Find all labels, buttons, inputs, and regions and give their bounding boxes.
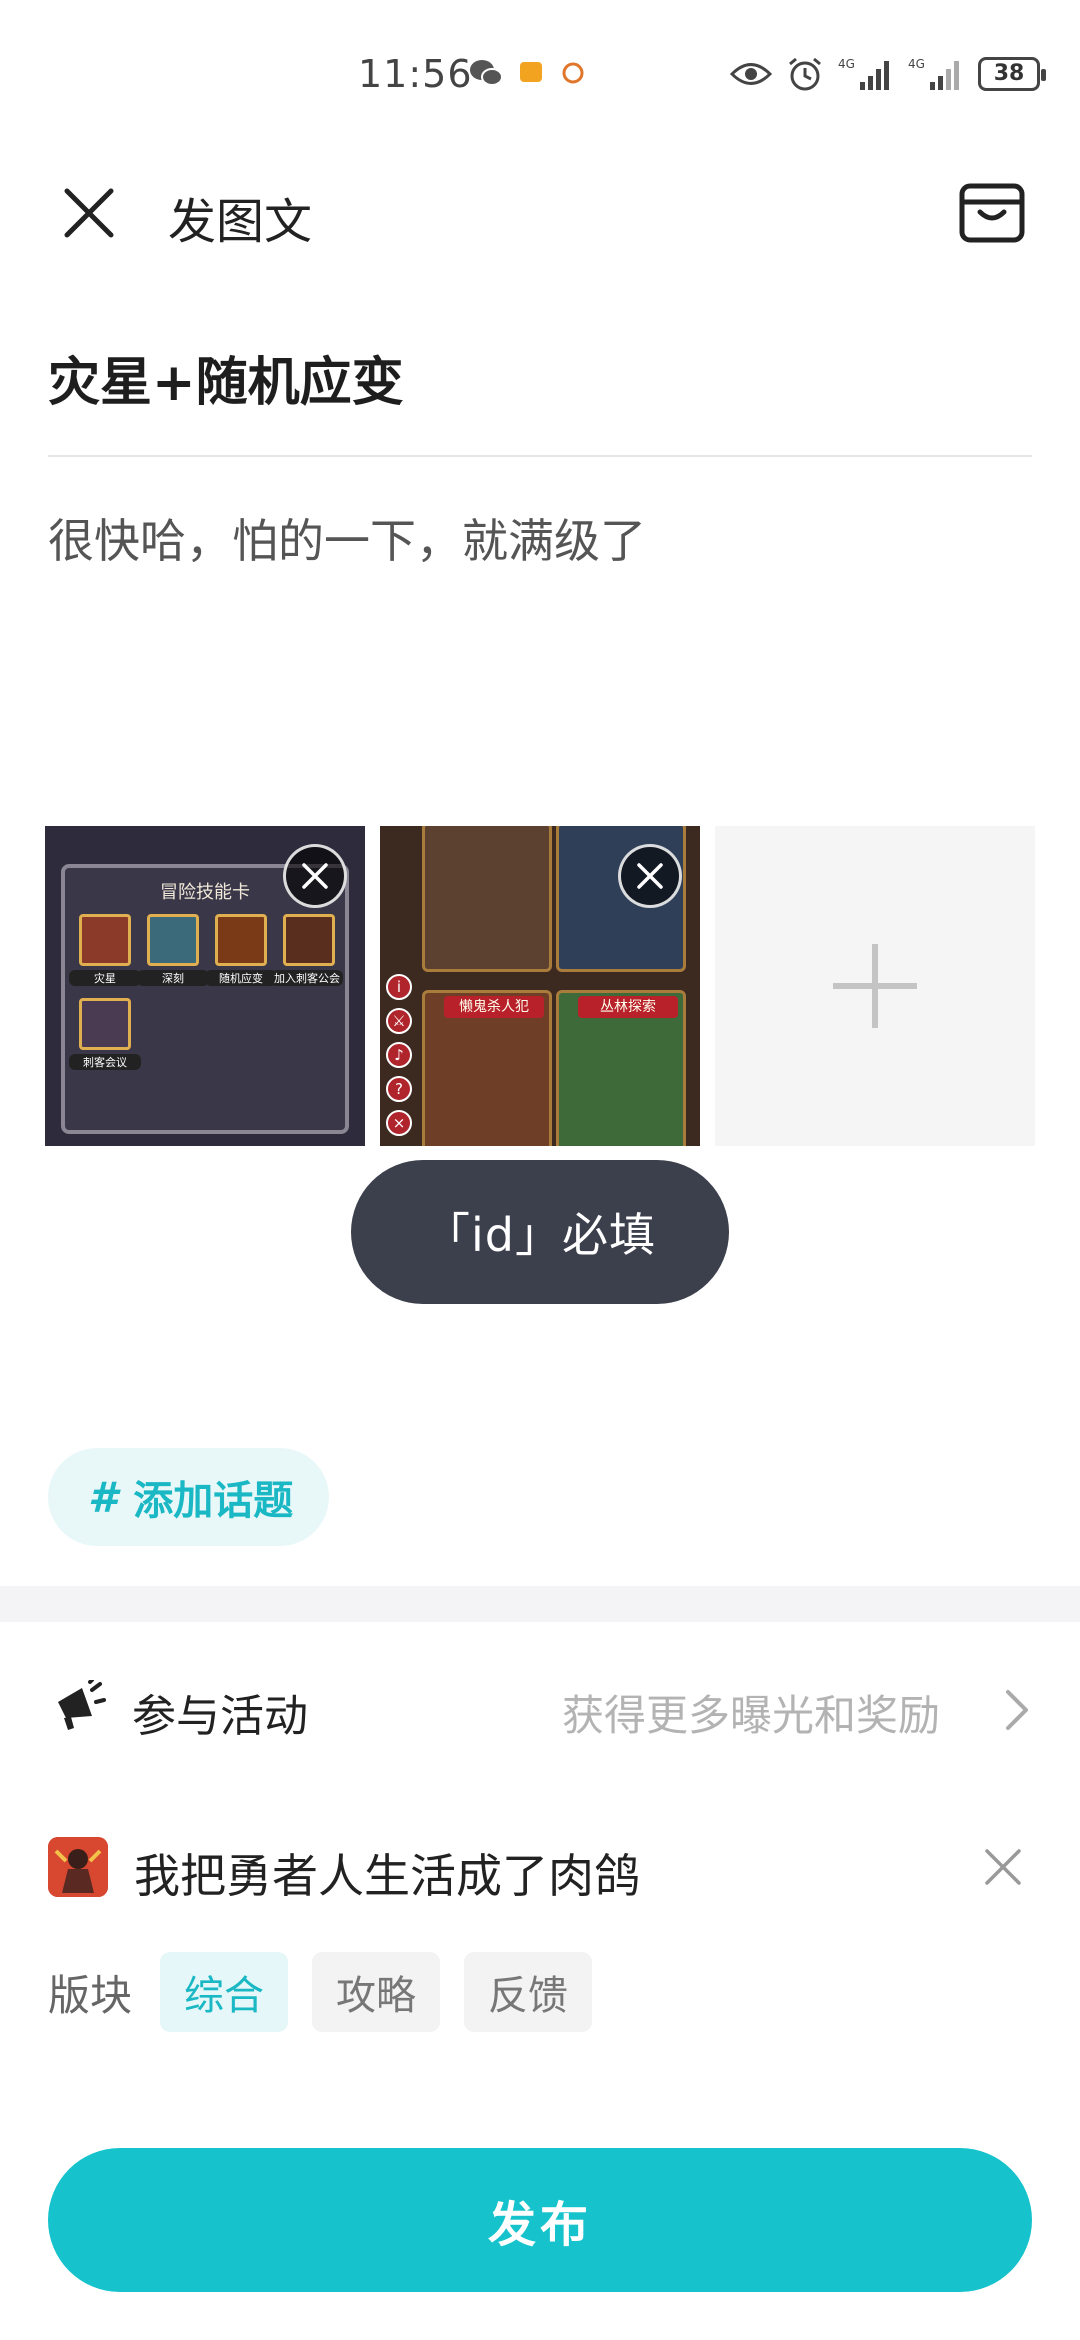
svg-text:4G: 4G [908, 57, 925, 71]
post-title-input[interactable]: 灾星+随机应变 [48, 340, 1032, 415]
toast: 「id」必填 [351, 1160, 729, 1304]
plus-icon [833, 944, 917, 1028]
skill-thumb [215, 914, 267, 966]
status-right: 4G 4G 38 [730, 56, 1046, 92]
close-icon [637, 863, 663, 889]
skill-thumb [79, 998, 131, 1050]
section-divider [0, 1586, 1080, 1622]
event-ribbon: 丛林探索 [578, 996, 678, 1018]
publish-button[interactable]: 发布 [48, 2148, 1032, 2292]
toast-text: 「id」必填 [424, 1208, 656, 1262]
remove-image-button[interactable] [283, 844, 347, 908]
drafts-button[interactable] [956, 176, 1028, 248]
publish-label: 发布 [487, 2197, 592, 2253]
status-time: 11:56 [358, 52, 473, 96]
coin-icon [562, 62, 584, 84]
skill-label: 刺客会议 [69, 1054, 141, 1070]
join-activity-row[interactable]: 参与活动 获得更多曝光和奖励 [0, 1640, 1080, 1770]
remove-game-button[interactable] [976, 1840, 1030, 1894]
event-ribbon: 懒鬼杀人犯 [444, 996, 544, 1018]
skill-thumb [147, 914, 199, 966]
remove-image-button[interactable] [618, 844, 682, 908]
close-icon [302, 863, 328, 889]
page-title: 发图文 [168, 194, 313, 250]
info-icon: i [386, 974, 412, 1000]
section-chip-feedback[interactable]: 反馈 [464, 1952, 593, 2032]
battery-indicator: 38 [978, 57, 1046, 91]
image-row: 冒险技能卡 灾星 深刻 随机应变 加入刺客公会 刺客会议 懒鬼杀人犯 丛林探索 … [45, 826, 1035, 1146]
section-label: 版块 [48, 1970, 133, 2020]
section-chip-guide[interactable]: 攻略 [312, 1952, 441, 2032]
divider [48, 455, 1032, 457]
image-thumbnail-1[interactable]: 冒险技能卡 灾星 深刻 随机应变 加入刺客公会 刺客会议 [45, 826, 365, 1146]
skill-thumb [79, 914, 131, 966]
hashtag-icon: # [88, 1472, 118, 1522]
header: 发图文 [0, 160, 1080, 260]
close-button[interactable] [56, 180, 122, 246]
skill-thumb [283, 914, 335, 966]
status-bar: 11:56 4G 4G 38 [0, 0, 1080, 150]
selected-game-row: 我把勇者人生活成了肉鸽 [0, 1800, 1080, 1930]
help-icon: ? [386, 1076, 412, 1102]
image-thumbnail-2[interactable]: 懒鬼杀人犯 丛林探索 i ⚔ ♪ ? × [380, 826, 700, 1146]
alarm-icon [789, 57, 821, 91]
game-icon [48, 1837, 108, 1897]
close-icon [64, 188, 114, 238]
game-name: 我把勇者人生活成了肉鸽 [134, 1849, 640, 1903]
drafts-box-icon [959, 183, 1025, 243]
section-chip-general[interactable]: 综合 [160, 1952, 289, 2032]
activity-hint: 获得更多曝光和奖励 [561, 1691, 940, 1740]
eye-icon [730, 63, 772, 85]
skill-label: 随机应变 [205, 970, 277, 986]
post-body-input[interactable]: 很快哈，怕的一下，就满级了 [48, 505, 1032, 571]
section-selector: 版块 综合 攻略 反馈 [48, 1952, 593, 2032]
signal-icon-2: 4G [908, 57, 959, 90]
wechat-icon [470, 60, 503, 86]
activity-label: 参与活动 [132, 1691, 308, 1742]
svg-text:4G: 4G [838, 57, 855, 71]
add-topic-button[interactable]: # 添加话题 [48, 1448, 330, 1546]
signal-icon-1: 4G [838, 57, 889, 90]
game-character-icon [48, 1837, 108, 1897]
sound-icon: ♪ [386, 1042, 412, 1068]
skill-label: 深刻 [137, 970, 209, 986]
add-image-button[interactable] [715, 826, 1035, 1146]
chevron-right-icon [1006, 1690, 1028, 1730]
megaphone-icon [58, 1680, 106, 1730]
close-icon [985, 1849, 1021, 1885]
event-card [422, 826, 552, 972]
tool-icon: ⚔ [386, 1008, 412, 1034]
app-notification-icon [520, 62, 542, 82]
close-icon: × [386, 1110, 412, 1136]
skill-label: 灾星 [69, 970, 141, 986]
add-topic-label: 添加话题 [133, 1478, 294, 1524]
skill-label: 加入刺客公会 [271, 970, 343, 986]
